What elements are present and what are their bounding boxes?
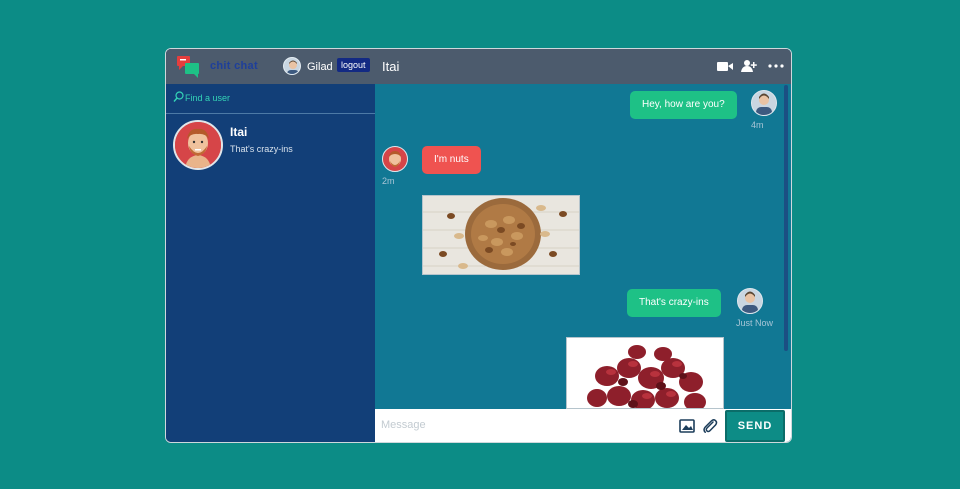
message-input[interactable] [381,419,671,431]
message-composer: SEND [375,409,791,442]
message-bubble-incoming: I'm nuts [422,146,481,174]
avatar [173,120,223,170]
brand-name: chit chat [210,60,258,72]
message-time: 4m [751,120,764,130]
message-time: 2m [382,176,395,186]
sidebar: chit chat Gilad logout Find a user Itai … [166,49,375,442]
current-user-name: Gilad [307,61,333,73]
send-button[interactable]: SEND [725,410,785,442]
scrollbar[interactable] [784,85,788,351]
contact-name: Itai [230,125,248,139]
user-search [166,84,375,114]
avatar [751,90,777,116]
message-bubble-outgoing: Hey, how are you? [630,91,737,119]
search-icon [173,91,184,102]
image-message-nuts[interactable] [422,195,580,275]
image-message-cranberries[interactable] [566,337,724,409]
contact-last-message: That's crazy-ins [230,144,293,154]
paperclip-icon[interactable] [702,418,718,434]
add-user-icon[interactable] [741,59,757,73]
more-icon[interactable] [768,59,784,73]
message-bubble-outgoing: That's crazy-ins [627,289,721,317]
avatar [283,57,301,75]
logout-button[interactable]: logout [337,58,370,72]
message-time: Just Now [736,318,774,328]
avatar [382,146,408,172]
chat-app-window: chit chat Gilad logout Find a user Itai … [165,48,792,443]
chat-title: Itai [382,59,400,74]
video-camera-icon[interactable] [717,59,733,73]
contact-item[interactable]: Itai That's crazy-ins [166,115,375,175]
image-icon[interactable] [679,418,695,434]
chat-panel: Itai Hey, how are you? 4m 2m I'm nuts Th… [375,49,791,442]
chat-header: Itai [375,49,791,84]
avatar [737,288,763,314]
logo-icon [177,56,199,78]
search-input[interactable] [185,93,365,103]
sidebar-header: chit chat Gilad logout [166,49,375,84]
